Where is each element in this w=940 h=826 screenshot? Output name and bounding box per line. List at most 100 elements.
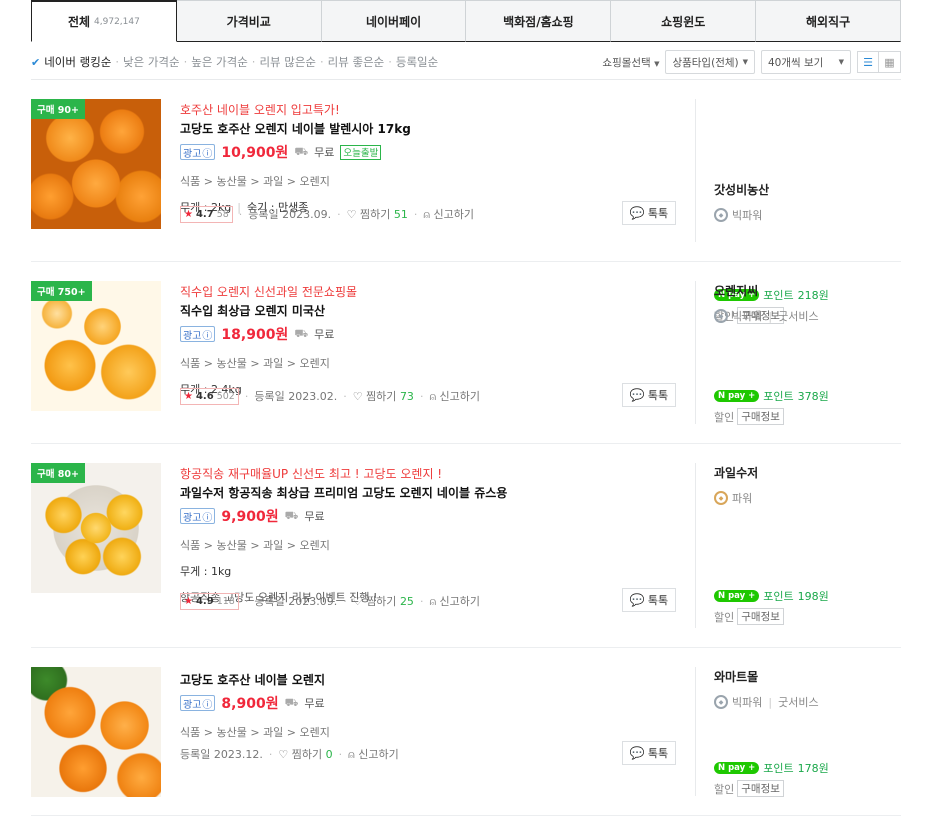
rating-box[interactable]: ★ 4.9 118 (180, 592, 239, 610)
report-button[interactable]: ⍝ 신고하기 (429, 388, 480, 404)
category-link[interactable]: 과일 (263, 539, 283, 552)
sort-high-price[interactable]: 높은 가격순 (191, 54, 248, 70)
talktalk-button[interactable]: 💬 톡톡 (622, 741, 676, 765)
tab-all[interactable]: 전체 4,972,147 (31, 0, 177, 42)
product-price: 18,900원 (221, 327, 289, 343)
category-link[interactable]: 식품 (180, 175, 200, 188)
jjim-button[interactable]: ♡ 찜하기 0 (278, 746, 332, 762)
jjim-button[interactable]: ♡ 찜하기 51 (347, 206, 408, 222)
category-link[interactable]: 과일 (263, 357, 283, 370)
column-divider (695, 281, 696, 424)
report-button[interactable]: ⍝ 신고하기 (423, 206, 474, 222)
ad-badge[interactable]: 광고 ⓘ (180, 144, 216, 160)
mall-name[interactable]: 갓성비농산 (714, 181, 901, 198)
chat-icon: 💬 (629, 388, 645, 402)
category-link[interactable]: 오렌지 (300, 539, 330, 552)
talktalk-button[interactable]: 💬 톡톡 (622, 383, 676, 407)
sort-review-count[interactable]: 리뷰 많은순 (259, 54, 316, 70)
category-link[interactable]: 농산물 (216, 726, 246, 739)
grid-view-button[interactable]: ▦ (879, 51, 901, 73)
jjim-count: 73 (399, 390, 414, 403)
siren-icon: ⍝ (348, 748, 355, 761)
product-title[interactable]: 직수입 최상급 오렌지 미국산 (180, 301, 681, 321)
talktalk-button[interactable]: 💬 톡톡 (622, 201, 676, 225)
tab-overseas[interactable]: 해외직구 (756, 0, 901, 42)
category-link[interactable]: 식품 (180, 726, 200, 739)
product-thumbnail[interactable]: 구매 80+ (31, 463, 161, 593)
orange-image (31, 667, 161, 797)
tab-department-homeshopping[interactable]: 백화점/홈쇼핑 (466, 0, 612, 42)
category-link[interactable]: 과일 (263, 175, 283, 188)
separator-dot: · (251, 55, 256, 69)
talk-label: 톡톡 (647, 594, 669, 607)
page-size-select[interactable]: 40개씩 보기 ▼ (761, 50, 851, 74)
product-thumbnail[interactable]: 구매 90+ (31, 99, 161, 229)
separator-dot: · (338, 747, 343, 761)
mall-name[interactable]: 오렌지씨 (714, 282, 901, 299)
registered-value: 2023.09. (282, 208, 332, 221)
category-link[interactable]: 오렌지 (300, 175, 330, 188)
shipping-fee: 무료 (314, 328, 335, 341)
sort-options: ✔ 네이버 랭킹순 · 낮은 가격순 · 높은 가격순 · 리뷰 많은순 · 리… (31, 54, 438, 70)
category-link[interactable]: 오렌지 (300, 357, 330, 370)
category-link[interactable]: 식품 (180, 357, 200, 370)
product-type-label: 상품타입(전체) (672, 56, 739, 69)
review-count: 118 (216, 595, 235, 607)
ad-badge[interactable]: 광고 ⓘ (180, 508, 216, 524)
mall-name[interactable]: 과일수저 (714, 464, 901, 481)
category-link[interactable]: 농산물 (216, 539, 246, 552)
mall-grade: ◆ 빅파워 (714, 207, 901, 223)
jjim-button[interactable]: ♡ 찜하기 25 (353, 593, 414, 609)
sort-date[interactable]: 등록일순 (396, 54, 438, 70)
product-thumbnail[interactable] (31, 667, 161, 797)
tab-naverpay[interactable]: 네이버페이 (321, 0, 467, 42)
separator: | (768, 695, 773, 709)
purchase-info-button[interactable]: 구매정보 (737, 408, 784, 425)
category-link[interactable]: 과일 (263, 726, 283, 739)
separator-dot: · (244, 594, 249, 608)
purchase-info-button[interactable]: 구매정보 (737, 780, 784, 797)
report-label: 신고하기 (439, 390, 481, 403)
tab-count: 4,972,147 (94, 16, 140, 27)
ad-badge[interactable]: 광고 ⓘ (180, 695, 216, 711)
mall-name[interactable]: 와마트몰 (714, 668, 901, 685)
npay-point: N pay + 포인트 178원 (714, 760, 829, 776)
talktalk-button[interactable]: 💬 톡톡 (622, 588, 676, 612)
purchase-info-button[interactable]: 구매정보 (737, 608, 784, 625)
ad-label: 광고 (183, 148, 202, 160)
heart-icon: ♡ (278, 748, 289, 761)
sort-review-score[interactable]: 리뷰 좋은순 (328, 54, 385, 70)
category-link[interactable]: 농산물 (216, 357, 246, 370)
today-ship-badge: 오늘출발 (340, 144, 382, 160)
sort-low-price[interactable]: 낮은 가격순 (123, 54, 180, 70)
product-title[interactable]: 과일수저 항공직송 최상급 프리미엄 고당도 오렌지 네이블 쥬스용 (180, 483, 681, 503)
product-item: 고당도 호주산 네이블 오렌지 광고 ⓘ 8,900원 ⛟ 무료 식품 > 농산물… (31, 648, 901, 816)
mall-select[interactable]: 쇼핑몰선택 ▼ (602, 55, 659, 70)
category-path: 식품 > 농산물 > 과일 > 오렌지 (180, 726, 330, 739)
product-title[interactable]: 고당도 호주산 오렌지 네이블 발렌시아 17kg (180, 119, 681, 139)
category-link[interactable]: 식품 (180, 539, 200, 552)
rating-box[interactable]: ★ 4.7 58 (180, 205, 233, 223)
registered-label: 등록일 (248, 208, 279, 221)
tab-shopping-window[interactable]: 쇼핑윈도 (611, 0, 757, 42)
category-tabs: 전체 4,972,147 가격비교 네이버페이 백화점/홈쇼핑 쇼핑윈도 해외직… (31, 0, 901, 42)
list-view-button[interactable]: ☰ (857, 51, 879, 73)
tab-price-compare[interactable]: 가격비교 (176, 0, 322, 42)
category-link[interactable]: 오렌지 (300, 726, 330, 739)
jjim-button[interactable]: ♡ 찜하기 73 (353, 388, 414, 404)
rating-box[interactable]: ★ 4.6 502 (180, 387, 239, 405)
grade-label: 빅파워 (732, 696, 763, 709)
tab-label: 전체 (67, 15, 91, 29)
product-type-select[interactable]: 상품타입(전체) ▼ (665, 50, 755, 74)
category-link[interactable]: 농산물 (216, 175, 246, 188)
truck-icon: ⛟ (284, 508, 299, 522)
truck-icon: ⛟ (294, 144, 309, 158)
sort-ranking[interactable]: 네이버 랭킹순 (44, 54, 111, 70)
product-thumbnail[interactable]: 구매 750+ (31, 281, 161, 411)
report-button[interactable]: ⍝ 신고하기 (429, 593, 480, 609)
column-divider (695, 463, 696, 628)
ad-badge[interactable]: 광고 ⓘ (180, 326, 216, 342)
report-button[interactable]: ⍝ 신고하기 (348, 746, 399, 762)
product-title[interactable]: 고당도 호주산 네이블 오렌지 (180, 670, 681, 690)
separator-dot: · (337, 207, 341, 221)
